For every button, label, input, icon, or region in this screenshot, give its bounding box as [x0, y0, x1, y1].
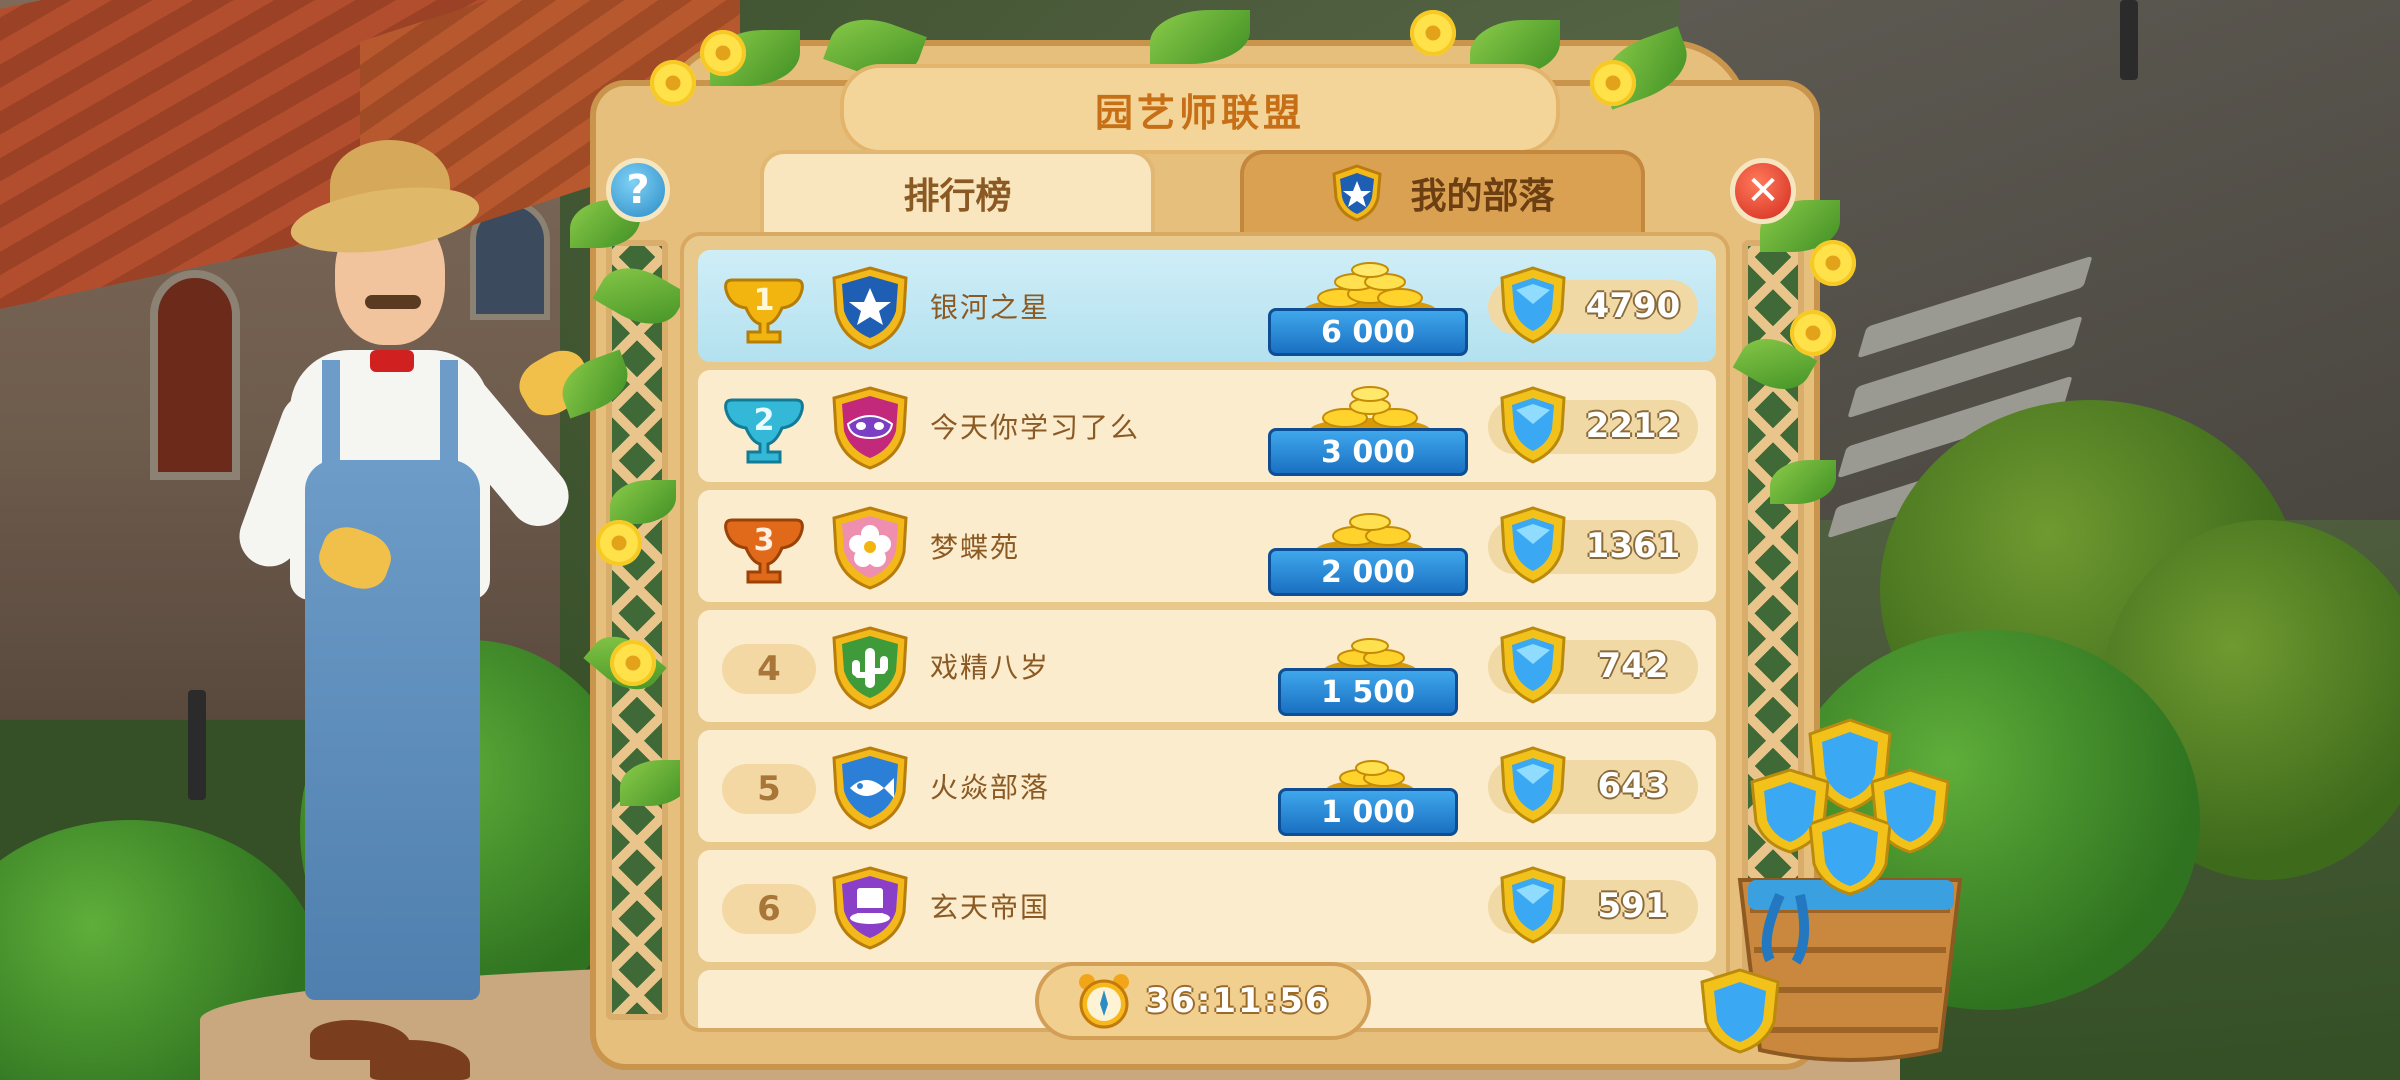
reward: 2 000	[1268, 496, 1468, 600]
reward-ribbon: 2 000	[1268, 548, 1468, 596]
mask-badge-icon	[832, 386, 908, 470]
score-value: 643	[1597, 766, 1669, 806]
leaderboard-row[interactable]: 5 火焱部落 1 000 643	[698, 730, 1716, 842]
reward: 1 000	[1268, 736, 1468, 840]
reward-amount: 2 000	[1321, 554, 1415, 590]
leaderboard-row[interactable]: 3 梦蝶苑 2 000 1361	[698, 490, 1716, 602]
score-value: 4790	[1585, 286, 1681, 326]
score-value: 591	[1597, 886, 1669, 926]
rank-number: 4	[722, 644, 816, 694]
reward-amount: 1 000	[1321, 794, 1415, 830]
gardener-character	[231, 130, 610, 1080]
flower-icon	[650, 60, 696, 106]
reward-amount: 1 500	[1321, 674, 1415, 710]
close-icon: ✕	[1746, 168, 1780, 214]
clan-shield-icon	[1332, 164, 1383, 222]
score-value: 1361	[1585, 526, 1681, 566]
score-value: 742	[1597, 646, 1669, 686]
score-value: 2212	[1585, 406, 1681, 446]
clan-name: 玄天帝国	[930, 891, 1051, 924]
reward-amount: 6 000	[1321, 314, 1415, 350]
flower-icon	[1790, 310, 1836, 356]
tab-my-clan[interactable]: 我的部落	[1240, 150, 1645, 232]
trophy-shield-icon	[1500, 386, 1566, 464]
leaderboard-window: 园艺师联盟 ? 排行榜 我的部落 ✕ 1 银河之星 6 000 4790 2 今…	[553, 6, 1856, 1070]
leaderboard-row[interactable]: 1 银河之星 6 000 4790	[698, 250, 1716, 362]
clan-name: 今天你学习了么	[930, 411, 1141, 444]
fish-badge-icon	[832, 746, 908, 830]
leaderboard-row[interactable]: 4 戏精八岁 1 500 742	[698, 610, 1716, 722]
trophy-shield-icon	[1500, 506, 1566, 584]
trophy-shield-icon	[1500, 626, 1566, 704]
cactus-badge-icon	[832, 626, 908, 710]
trophy-shield-icon	[1500, 866, 1566, 944]
reward-ribbon: 3 000	[1268, 428, 1468, 476]
reward: 1 500	[1268, 616, 1468, 720]
trophy-shield-icon	[1500, 746, 1566, 824]
reward-amount: 3 000	[1321, 434, 1415, 470]
title-plate: 园艺师联盟	[840, 64, 1560, 154]
leaderboard-row[interactable]: 2 今天你学习了么 3 000 2212	[698, 370, 1716, 482]
reward-ribbon: 1 500	[1278, 668, 1458, 716]
close-button[interactable]: ✕	[1730, 158, 1796, 224]
rank-number: 6	[722, 884, 816, 934]
help-button[interactable]: ?	[606, 158, 670, 222]
gold-trophy-icon: 1	[724, 278, 804, 344]
trophy-shield-icon	[1500, 266, 1566, 344]
flower-icon	[700, 30, 746, 76]
clan-name: 戏精八岁	[930, 651, 1051, 684]
tab-leaderboard[interactable]: 排行榜	[760, 150, 1155, 232]
star-badge-icon	[832, 266, 908, 350]
flower-icon	[596, 520, 642, 566]
top-hat-badge-icon	[832, 866, 908, 950]
clan-name: 银河之星	[930, 291, 1051, 324]
trophy-basket-icon	[1700, 718, 1963, 1062]
window-title: 园艺师联盟	[1094, 90, 1305, 135]
flower-icon	[610, 640, 656, 686]
bronze-trophy-icon: 3	[724, 518, 804, 584]
question-mark-icon: ?	[626, 167, 650, 213]
leaderboard-row[interactable]: 6 玄天帝国 591	[698, 850, 1716, 962]
timer-value: 36:11:56	[1145, 981, 1331, 1021]
reward-ribbon: 6 000	[1268, 308, 1468, 356]
rank-number: 2	[754, 403, 775, 438]
countdown-timer: 36:11:56	[1035, 962, 1371, 1040]
reward: 3 000	[1268, 376, 1468, 480]
rank-number: 5	[722, 764, 816, 814]
flower-badge-icon	[832, 506, 908, 590]
flower-icon	[1810, 240, 1856, 286]
clan-name: 梦蝶苑	[930, 531, 1021, 564]
flower-icon	[1590, 60, 1636, 106]
house-door	[150, 270, 240, 480]
silver-trophy-icon: 2	[724, 398, 804, 464]
clan-name: 火焱部落	[930, 771, 1051, 804]
leaderboard-list[interactable]: 1 银河之星 6 000 4790 2 今天你学习了么 3 000 2212 3…	[680, 232, 1730, 1032]
tab-leaderboard-label: 排行榜	[903, 176, 1012, 217]
rank-number: 3	[754, 523, 775, 558]
rank-number: 1	[754, 283, 775, 318]
reward: 6 000	[1268, 256, 1468, 360]
alarm-clock-icon	[1079, 974, 1130, 1029]
tab-my-clan-label: 我的部落	[1410, 176, 1555, 217]
flower-icon	[1410, 10, 1456, 56]
reward-ribbon: 1 000	[1278, 788, 1458, 836]
